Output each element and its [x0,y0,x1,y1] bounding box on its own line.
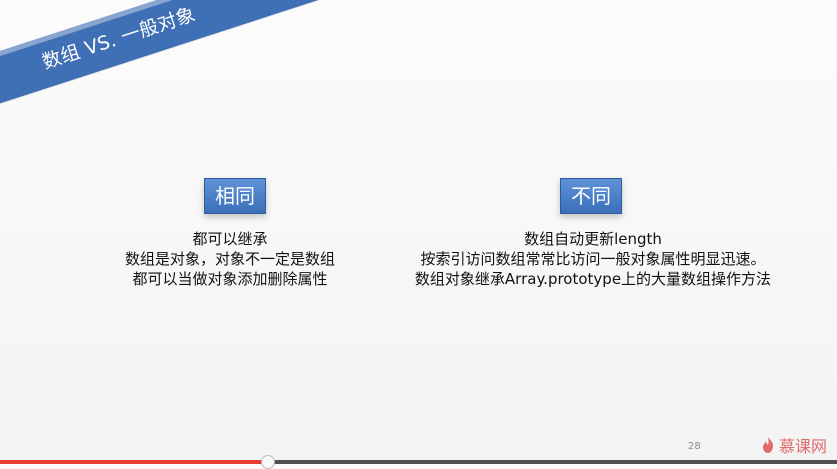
flame-icon [762,437,773,453]
title-ribbon: 数组 VS. 一般对象 [0,0,358,118]
different-content: 数组自动更新length 按索引访问数组常常比访问一般对象属性明显迅速。 数组对… [392,229,794,289]
brand-label: 慕课网 [778,437,827,456]
different-line-2: 按索引访问数组常常比访问一般对象属性明显迅速。 [420,250,766,268]
slide: 数组 VS. 一般对象 相同 都可以继承 数组是对象，对象不一定是数组 都可以当… [0,0,837,469]
progress-fill [0,460,268,464]
same-line-3: 都可以当做对象添加删除属性 [132,270,328,288]
page-number: 28 [688,441,701,452]
different-line-3: 数组对象继承Array.prototype上的大量数组操作方法 [414,270,772,288]
video-progress-bar[interactable] [0,455,837,469]
same-heading: 相同 [204,178,266,214]
progress-handle[interactable] [260,455,275,469]
different-line-1: 数组自动更新length [524,230,662,248]
same-line-1: 都可以继承 [192,230,268,248]
same-content: 都可以继承 数组是对象，对象不一定是数组 都可以当做对象添加删除属性 [108,229,352,289]
brand-logo: 慕课网 [761,433,827,457]
slide-title: 数组 VS. 一般对象 [39,3,199,74]
same-line-2: 数组是对象，对象不一定是数组 [124,250,335,268]
different-heading: 不同 [560,178,622,214]
